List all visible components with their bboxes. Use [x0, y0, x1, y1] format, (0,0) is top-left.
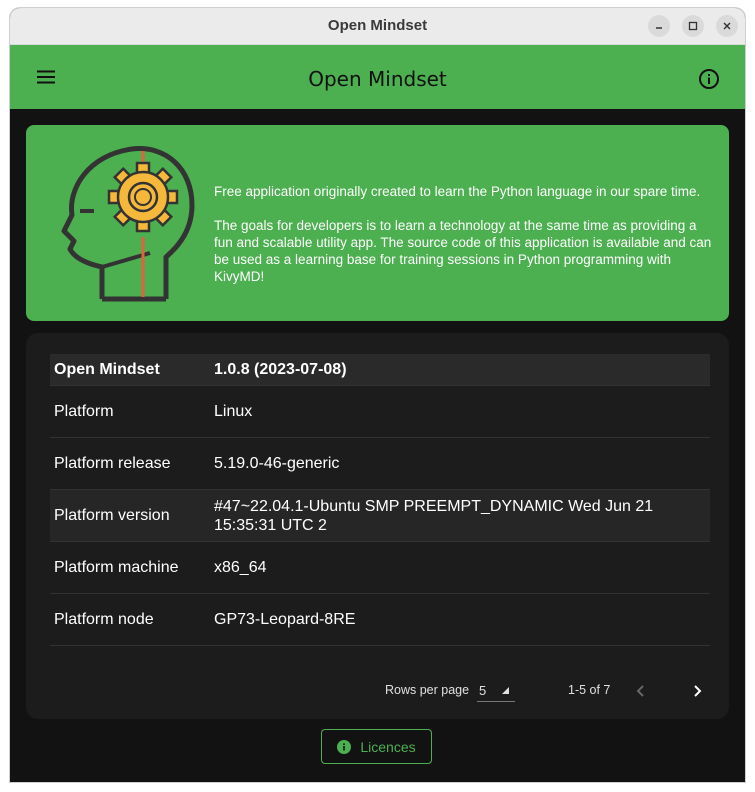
row-value: Linux [210, 385, 710, 438]
table-row[interactable]: Platform machine x86_64 [50, 541, 710, 594]
close-button[interactable] [716, 15, 738, 37]
chevron-left-icon [636, 685, 644, 697]
window-titlebar: Open Mindset [10, 8, 745, 45]
table-header-key: Open Mindset [50, 354, 210, 386]
app-title: Open Mindset [308, 67, 447, 91]
licences-label: Licences [360, 738, 416, 755]
row-key: Platform version [50, 489, 210, 542]
about-text: Free application originally created to l… [214, 183, 719, 302]
dropdown-caret-icon [502, 687, 509, 694]
rows-per-page-select[interactable]: 5 [477, 678, 515, 702]
head-gear-icon [61, 146, 195, 302]
maximize-icon [688, 21, 698, 31]
about-banner: Free application originally created to l… [26, 125, 729, 321]
row-key: Platform machine [50, 541, 210, 594]
chevron-right-icon [694, 685, 702, 697]
table-row[interactable]: Platform node GP73-Leopard-8RE [50, 593, 710, 646]
row-value: #47~22.04.1-Ubuntu SMP PREEMPT_DYNAMIC W… [210, 489, 710, 542]
table-header-row: Open Mindset 1.0.8 (2023-07-08) [50, 354, 710, 386]
about-paragraph: The goals for developers is to learn a t… [214, 218, 712, 284]
minimize-icon [656, 27, 662, 29]
maximize-button[interactable] [682, 15, 704, 37]
table-row[interactable]: Platform version #47~22.04.1-Ubuntu SMP … [50, 489, 710, 542]
row-value: x86_64 [210, 541, 710, 594]
window-title: Open Mindset [327, 17, 428, 34]
about-paragraph: Free application originally created to l… [214, 184, 701, 199]
rows-per-page-value: 5 [479, 683, 487, 698]
info-circle-icon [337, 739, 352, 754]
licences-button[interactable]: Licences [321, 729, 432, 764]
system-info-table: Open Mindset 1.0.8 (2023-07-08) Platform… [50, 354, 710, 646]
next-page-button[interactable] [682, 676, 712, 706]
row-key: Platform node [50, 593, 210, 646]
system-info-card: Open Mindset 1.0.8 (2023-07-08) Platform… [26, 333, 729, 719]
row-key: Platform release [50, 437, 210, 490]
row-value: GP73-Leopard-8RE [210, 593, 710, 646]
table-row[interactable]: Platform Linux [50, 385, 710, 438]
row-key: Platform [50, 385, 210, 438]
pagination-footer: Rows per page 5 1-5 of 7 [26, 676, 729, 706]
close-icon [723, 22, 731, 30]
top-app-bar: Open Mindset [10, 45, 745, 109]
rows-per-page-label: Rows per page [385, 683, 470, 697]
previous-page-button[interactable] [626, 676, 656, 706]
app-window: Open Mindset Open Mindset Free applicati… [10, 8, 745, 782]
minimize-button[interactable] [648, 15, 670, 37]
page-range: 1-5 of 7 [568, 683, 611, 697]
info-icon [699, 69, 719, 89]
row-value: 5.19.0-46-generic [210, 437, 710, 490]
table-row[interactable]: Platform release 5.19.0-46-generic [50, 437, 710, 490]
info-button[interactable] [695, 65, 723, 93]
table-header-value: 1.0.8 (2023-07-08) [210, 354, 710, 386]
